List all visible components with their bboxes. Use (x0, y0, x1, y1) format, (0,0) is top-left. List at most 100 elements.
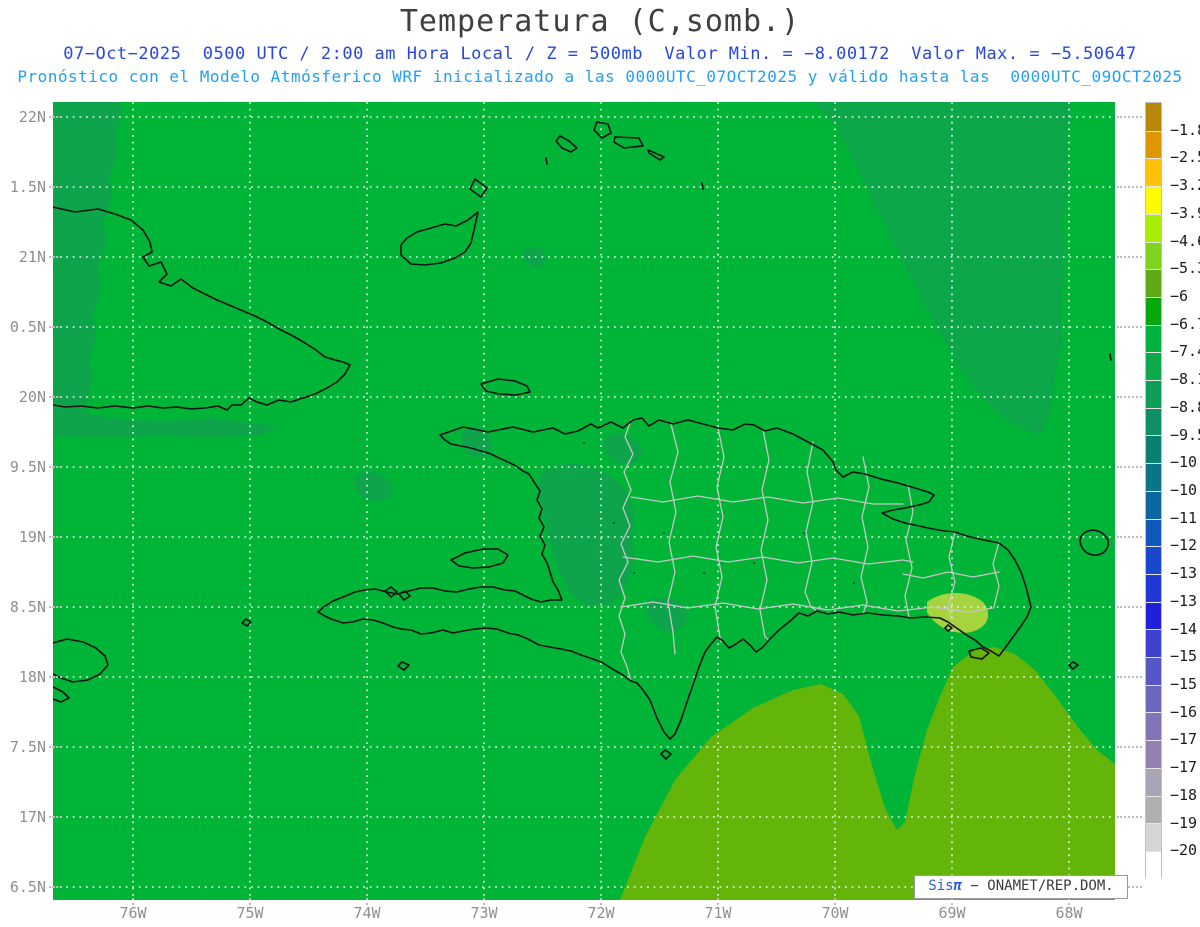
lon-label: 69W (938, 904, 966, 922)
lon-label: 68W (1055, 904, 1083, 922)
colorbar-segment (1146, 573, 1161, 602)
colorbar-segment (1146, 490, 1161, 519)
colorbar-segment (1146, 213, 1161, 242)
lat-tick-right (1117, 816, 1142, 818)
lat-tick-left (49, 116, 62, 118)
colorbar-segment (1146, 435, 1161, 464)
watermark-box: Sisπ − ONAMET/REP.DOM. (914, 875, 1128, 899)
colorbar-label: −11.6 (1170, 508, 1200, 527)
lat-label: 8.5N (9, 598, 46, 616)
colorbar-label: −6.7 (1170, 314, 1200, 333)
lat-tick-right (1117, 536, 1142, 538)
subtitle-model-info: Pronóstico con el Modelo Atmósferico WRF… (17, 67, 1183, 86)
colorbar-label: −9.5 (1170, 425, 1200, 444)
colorbar-label: −20 (1170, 841, 1198, 860)
lon-tick (483, 898, 485, 905)
colorbar-segment (1146, 740, 1161, 768)
colorbar-segment (1146, 269, 1161, 297)
lat-label: 1.5N (9, 178, 46, 196)
lon-label: 76W (119, 904, 147, 922)
colorbar-label: −10.2 (1170, 453, 1200, 472)
watermark-sis: Sis (928, 878, 954, 894)
lat-label: 6.5N (9, 878, 46, 896)
colorbar-segment (1146, 130, 1161, 159)
lat-tick-right (1117, 396, 1142, 398)
lat-tick-left (49, 186, 62, 188)
colorbar-segment (1146, 463, 1161, 491)
colorbar-label: −3.2 (1170, 176, 1200, 195)
temperature-shading (53, 102, 1115, 900)
colorbar-label: −15.1 (1170, 647, 1200, 666)
colorbar-label: −19.3 (1170, 813, 1200, 832)
colorbar-segment (1146, 352, 1161, 381)
subtitle-validtime: 07−Oct−2025 0500 UTC / 2:00 am Hora Loca… (63, 44, 1137, 64)
lat-tick-left (49, 466, 62, 468)
lat-tick-right (1117, 326, 1142, 328)
colorbar-label: −14.4 (1170, 619, 1200, 638)
colorbar-label: −17.9 (1170, 758, 1200, 777)
lat-label: 18N (18, 668, 46, 686)
colorbar-segment (1146, 518, 1161, 547)
lon-tick (834, 898, 836, 905)
pi-logo-icon: π (953, 878, 962, 894)
lat-tick-right (1117, 746, 1142, 748)
lat-label: 7.5N (9, 738, 46, 756)
lat-tick-right (1117, 116, 1142, 118)
colorbar-label: −2.5 (1170, 148, 1200, 167)
colorbar-segment (1146, 546, 1161, 574)
lat-tick-left (49, 396, 62, 398)
colorbar-segment (1146, 712, 1161, 741)
lat-label: 17N (18, 808, 46, 826)
colorbar-label: −13 (1170, 564, 1198, 583)
lat-label: 9.5N (9, 458, 46, 476)
colorbar-label: −4.6 (1170, 231, 1200, 250)
colorbar-label: −17.2 (1170, 730, 1200, 749)
lat-tick-left (49, 746, 62, 748)
lon-label: 70W (821, 904, 849, 922)
map-canvas (52, 102, 1115, 900)
lon-tick (951, 898, 953, 905)
colorbar-label: −3.9 (1170, 203, 1200, 222)
colorbar-label: −18.6 (1170, 785, 1200, 804)
colorbar-label: −1.8 (1170, 120, 1200, 139)
lat-tick-right (1117, 466, 1142, 468)
lat-tick-left (49, 676, 62, 678)
lat-tick-right (1117, 676, 1142, 678)
colorbar-label: −16.5 (1170, 702, 1200, 721)
colorbar-label: −10.9 (1170, 481, 1200, 499)
lon-tick (1068, 898, 1070, 905)
lon-tick (132, 898, 134, 905)
weather-map-page: Temperatura (C,somb.) 07−Oct−2025 0500 U… (0, 0, 1200, 927)
colorbar-segment (1146, 324, 1161, 353)
colorbar-label: −15.8 (1170, 675, 1200, 693)
watermark-org: − ONAMET/REP.DOM. (962, 878, 1114, 894)
lon-label: 72W (587, 904, 615, 922)
colorbar-label: −13.7 (1170, 591, 1200, 610)
lat-label: 20N (18, 388, 46, 406)
colorbar-label: −6 (1170, 287, 1189, 305)
colorbar-segment (1146, 795, 1161, 824)
colorbar-segment (1146, 657, 1161, 685)
colorbar-segment (1146, 380, 1161, 408)
colorbar-label: −12.3 (1170, 536, 1200, 555)
lon-label: 73W (470, 904, 498, 922)
colorbar-segment (1146, 296, 1161, 325)
lon-tick (249, 898, 251, 905)
page-title: Temperatura (C,somb.) (399, 4, 801, 39)
colorbar-segment (1146, 684, 1161, 713)
colorbar-segment (1146, 407, 1161, 436)
lat-tick-right (1117, 186, 1142, 188)
lat-label: 0.5N (9, 318, 46, 336)
lon-tick (366, 898, 368, 905)
colorbar-segment (1146, 186, 1161, 214)
map-area (52, 102, 1115, 900)
lat-label: 19N (18, 528, 46, 546)
lat-tick-right (1117, 256, 1142, 258)
lat-tick-left (49, 326, 62, 328)
lat-label: 21N (18, 248, 46, 266)
colorbar-label: −8.8 (1170, 397, 1200, 416)
lat-tick-right (1117, 606, 1142, 608)
colorbar-label: −5.3 (1170, 259, 1200, 278)
colorbar-segment (1146, 629, 1161, 658)
lat-tick-left (49, 886, 62, 888)
